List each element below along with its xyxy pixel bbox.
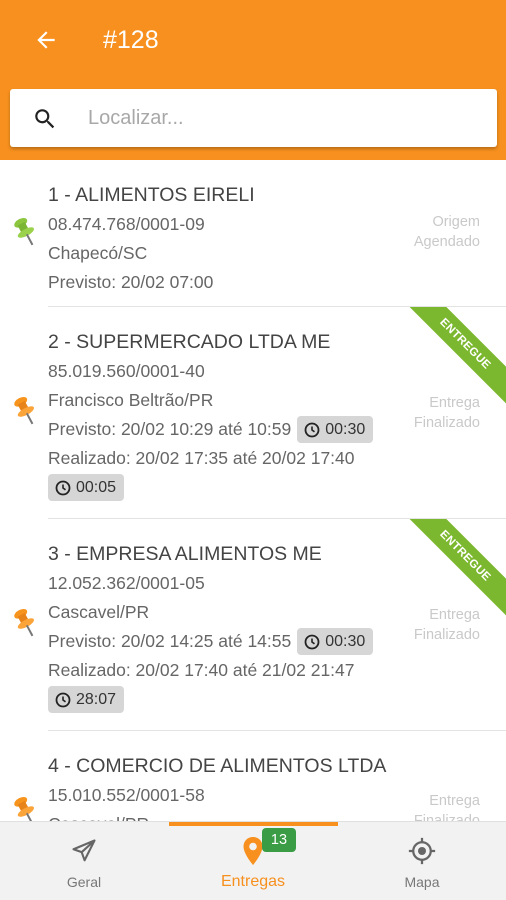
clock-icon (304, 634, 320, 649)
status-state: Finalizado (413, 415, 480, 431)
back-button[interactable] (28, 22, 64, 58)
duration-chip: 00:30 (297, 628, 374, 655)
list-item[interactable]: ENTREGUE 3 - EMPRESA ALIMENTOS ME 12.052… (0, 519, 506, 731)
status-state: Finalizado (413, 627, 480, 643)
stop-cnpj: 08.474.768/0001-09 (48, 214, 205, 234)
status-state: Finalizado (413, 813, 480, 821)
status-type: Origem (432, 214, 480, 230)
search-input[interactable] (88, 99, 478, 137)
search-bar (10, 89, 497, 147)
bottom-navigation: Geral Entregas 13 Mapa (0, 821, 506, 900)
duration-chip: 00:05 (48, 474, 125, 501)
app-bar: #128 (0, 0, 506, 160)
stop-name: 3 - EMPRESA ALIMENTOS ME (48, 542, 322, 565)
delivered-ribbon: ENTREGUE (402, 519, 506, 619)
pushpin-orange-icon (14, 608, 34, 637)
clock-icon (304, 422, 320, 437)
pushpin-green-icon (14, 217, 34, 246)
entregas-count-badge: 13 (262, 828, 296, 852)
search-icon (35, 109, 55, 129)
stop-name: 4 - COMERCIO DE ALIMENTOS LTDA (48, 754, 387, 777)
send-icon (69, 836, 99, 866)
arrow-left-icon (37, 31, 55, 49)
clock-icon (55, 480, 71, 495)
stop-previsto: Previsto: 20/02 07:00 (48, 272, 214, 292)
stop-status: Entrega Finalizado (414, 791, 480, 821)
stop-city: Francisco Beltrão/PR (48, 390, 214, 410)
list-item[interactable]: 1 - ALIMENTOS EIRELI 08.474.768/0001-09 … (0, 160, 506, 307)
stop-name: 2 - SUPERMERCADO LTDA ME (48, 330, 331, 353)
page-title: #128 (103, 26, 159, 54)
pushpin-orange-icon (14, 396, 34, 425)
duration-chip: 28:07 (48, 686, 125, 713)
tab-entregas[interactable]: Entregas (169, 822, 337, 900)
stop-previsto: Previsto: 20/02 10:29 até 10:59 (48, 419, 292, 439)
stop-realizado: Realizado: 20/02 17:40 até 21/02 21:47 (48, 660, 355, 680)
stop-status: Entrega Finalizado (414, 605, 480, 645)
stop-city: Cascavel/PR (48, 810, 386, 821)
tab-label: Geral (66, 874, 102, 890)
stop-realizado: Realizado: 20/02 17:35 até 20/02 17:40 (48, 448, 355, 468)
stop-city: Chapecó/SC (48, 243, 148, 263)
stop-city: Cascavel/PR (48, 602, 150, 622)
clock-icon (55, 692, 71, 707)
stop-status: Origem Agendado (414, 212, 480, 252)
tab-label: Entregas (220, 873, 286, 890)
delivered-ribbon: ENTREGUE (402, 307, 506, 407)
stop-cnpj: 15.010.552/0001-58 (48, 785, 205, 805)
tab-mapa[interactable]: Mapa (338, 822, 506, 900)
pushpin-orange-icon (14, 796, 34, 821)
duration-chip: 00:30 (297, 416, 374, 443)
list-item[interactable]: ENTREGUE 2 - SUPERMERCADO LTDA ME 85.019… (0, 307, 506, 519)
stop-status: Entrega Finalizado (414, 393, 480, 433)
stop-cnpj: 12.052.362/0001-05 (48, 573, 205, 593)
stops-list: 1 - ALIMENTOS EIRELI 08.474.768/0001-09 … (0, 160, 506, 821)
list-item[interactable]: 4 - COMERCIO DE ALIMENTOS LTDA 15.010.55… (0, 731, 506, 821)
gps-target-icon (407, 836, 437, 866)
stop-name: 1 - ALIMENTOS EIRELI (48, 183, 255, 206)
stop-previsto: Previsto: 20/02 14:25 até 14:55 (48, 631, 292, 651)
tab-label: Mapa (404, 874, 440, 890)
status-type: Entrega (429, 793, 480, 809)
status-type: Entrega (429, 395, 480, 411)
tab-geral[interactable]: Geral (0, 822, 168, 900)
status-type: Entrega (429, 607, 480, 623)
stop-cnpj: 85.019.560/0001-40 (48, 361, 205, 381)
status-state: Agendado (413, 234, 480, 250)
